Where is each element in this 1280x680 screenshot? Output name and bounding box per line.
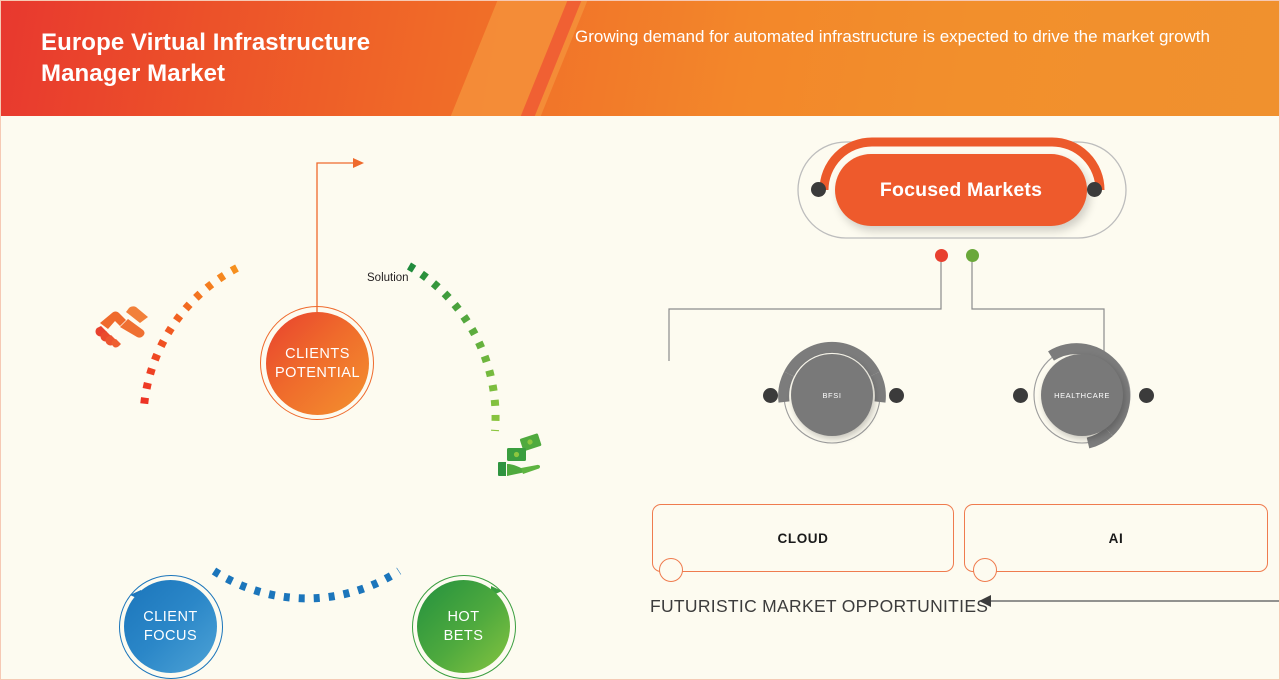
focused-markets-panel: Focused Markets BFSI HEALTHCARE FUTURIST…: [641, 116, 1279, 679]
node-client-focus[interactable]: CLIENT FOCUS: [124, 580, 217, 673]
legend-dot-red: [935, 249, 948, 262]
money-in-hand-icon: [498, 433, 542, 476]
futuristic-opportunities-heading: FUTURISTIC MARKET OPPORTUNITIES: [650, 596, 989, 616]
green-dotted-arc: [406, 262, 500, 432]
market-circle-bfsi[interactable]: BFSI: [791, 354, 873, 436]
focused-markets-dot-right: [1087, 182, 1102, 197]
bfsi-thick-arc-right-tail: [870, 371, 886, 403]
node-hot-bets[interactable]: HOT BETS: [417, 580, 510, 673]
node-clients-potential[interactable]: CLIENTS POTENTIAL: [266, 312, 369, 415]
healthcare-connector-line: [971, 262, 1105, 361]
blue-dotted-arc: [211, 567, 402, 603]
bfsi-connector-line: [668, 262, 942, 361]
node-clients-potential-line1: CLIENTS: [285, 346, 350, 363]
node-hot-bets-line1: HOT: [447, 609, 480, 626]
callout-label-solution: Solution: [367, 272, 409, 284]
market-circle-healthcare[interactable]: HEALTHCARE: [1041, 354, 1123, 436]
opportunity-knob-ai: [973, 558, 997, 582]
header-subtitle: Growing demand for automated infrastruct…: [575, 27, 1210, 46]
node-client-focus-line1: CLIENT: [143, 609, 198, 626]
legend-dot-green: [966, 249, 979, 262]
bfsi-dot-right: [889, 388, 904, 403]
focused-markets-title[interactable]: Focused Markets: [835, 154, 1087, 226]
node-client-focus-line2: FOCUS: [143, 627, 198, 644]
handshake-icon: [95, 306, 148, 348]
page-title: Europe Virtual Infrastructure Manager Ma…: [41, 29, 371, 87]
healthcare-dot-left: [1013, 388, 1028, 403]
bfsi-dot-left: [763, 388, 778, 403]
healthcare-dot-right: [1139, 388, 1154, 403]
opportunity-box-cloud[interactable]: CLOUD: [652, 504, 954, 572]
node-hot-bets-line2: BETS: [443, 627, 484, 644]
orange-dotted-arc: [140, 264, 239, 407]
solution-connector-line: [316, 162, 353, 312]
cycle-diagram-panel: CLIENTS POTENTIAL CLIENT FOCUS HOT BETS …: [1, 116, 641, 679]
opportunity-box-ai[interactable]: AI: [964, 504, 1268, 572]
focused-markets-dot-left: [811, 182, 826, 197]
bfsi-thick-arc-left-tail: [778, 371, 794, 403]
node-clients-potential-line2: POTENTIAL: [274, 364, 361, 381]
solution-arrowhead: [353, 158, 364, 168]
infographic-page: Europe Virtual Infrastructure Manager Ma…: [0, 0, 1280, 680]
opportunity-knob-cloud: [659, 558, 683, 582]
header-banner: Europe Virtual Infrastructure Manager Ma…: [1, 1, 1279, 116]
